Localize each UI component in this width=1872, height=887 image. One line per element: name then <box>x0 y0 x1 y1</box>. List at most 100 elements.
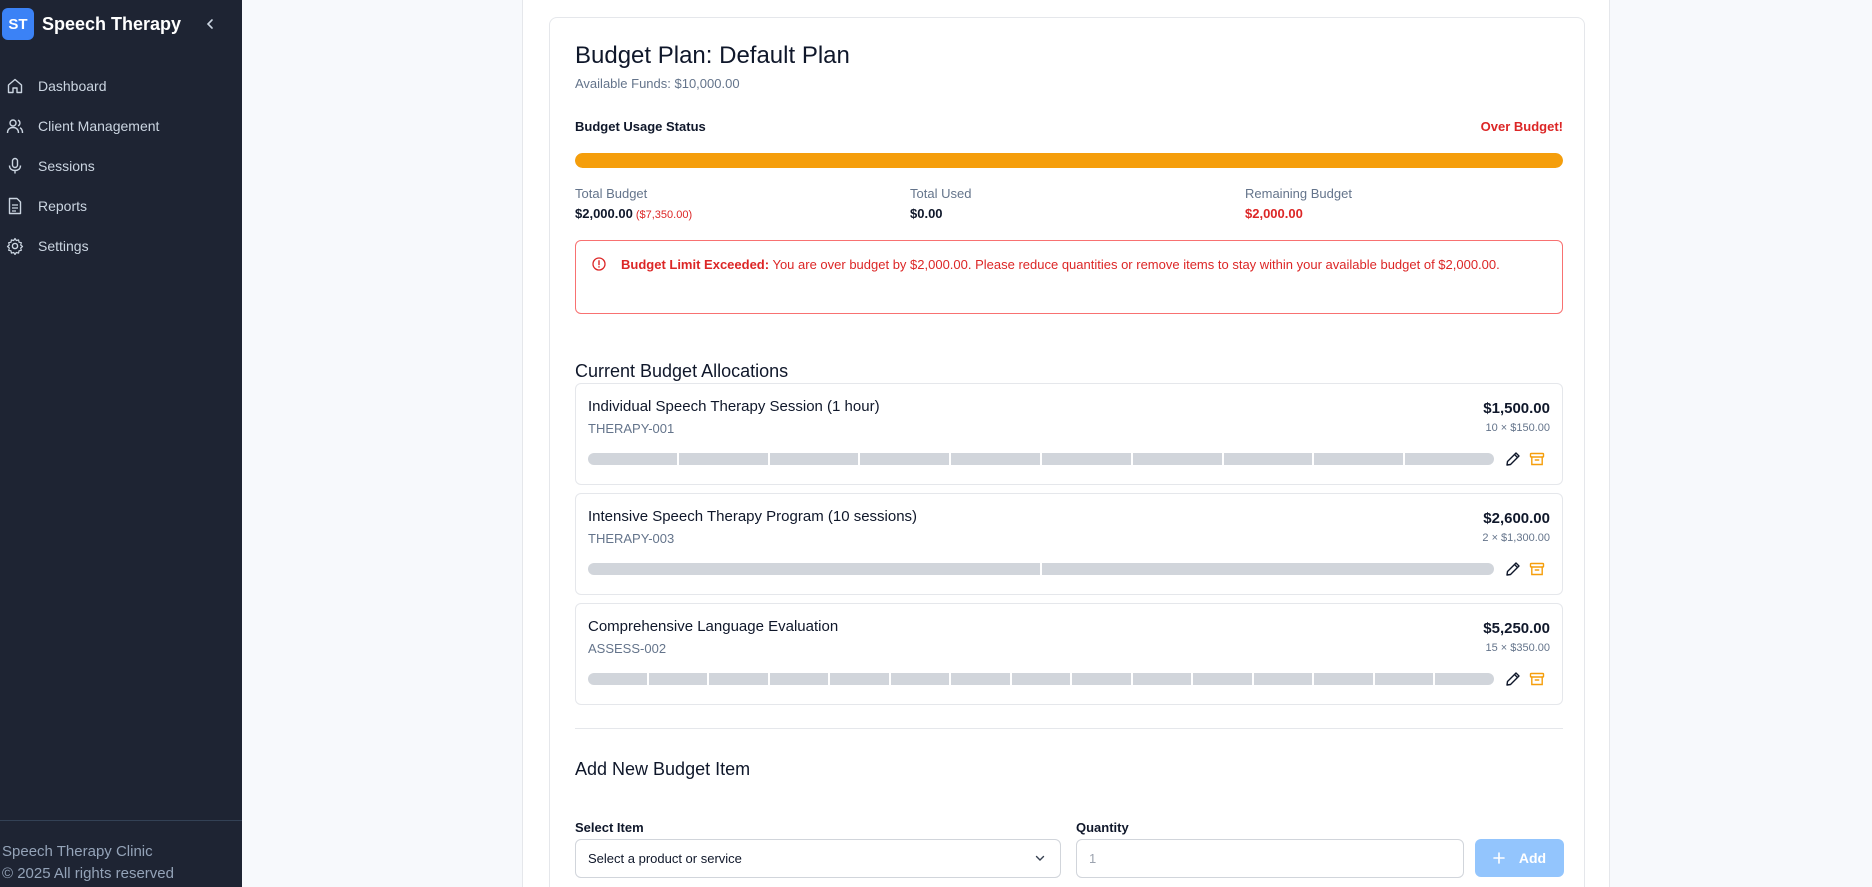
quantity-segment <box>1253 673 1313 685</box>
allocation-quantity-bar <box>588 563 1494 575</box>
over-budget-status: Over Budget! <box>1480 119 1563 134</box>
budget-exceeded-alert: Budget Limit Exceeded: You are over budg… <box>575 240 1563 314</box>
pencil-icon <box>1506 452 1520 466</box>
budget-usage-bar <box>575 153 1563 168</box>
sidebar-item-client-management[interactable]: Client Management <box>0 106 242 146</box>
brand-logo: ST <box>2 8 34 40</box>
microphone-icon <box>6 157 24 175</box>
allocation-code: THERAPY-001 <box>588 421 675 436</box>
total-budget-stat: Total Budget $2,000.00 ($7,350.00) <box>575 186 692 221</box>
allocation-total: $1,500.00 <box>1483 400 1550 417</box>
total-used-value: $0.00 <box>910 206 943 221</box>
total-budget-value-row: $2,000.00 ($7,350.00) <box>575 206 692 221</box>
edit-button[interactable] <box>1504 450 1522 468</box>
total-budget-label: Total Budget <box>575 186 648 201</box>
quantity-segment <box>951 453 1040 465</box>
quantity-segment <box>588 673 647 685</box>
quantity-segment <box>1223 453 1313 465</box>
sidebar-item-dashboard[interactable]: Dashboard <box>0 66 242 106</box>
remaining-budget-stat: Remaining Budget $2,000.00 <box>1245 186 1352 221</box>
total-budget-allocated: ($7,350.00) <box>635 209 693 221</box>
footer-copyright: © 2025 All rights reserved <box>2 865 174 882</box>
remaining-budget-label: Remaining Budget <box>1245 186 1352 201</box>
quantity-input[interactable] <box>1076 839 1464 878</box>
allocation-calculation: 15 × $350.00 <box>1485 642 1550 654</box>
allocation-item: Comprehensive Language Evaluation ASSESS… <box>575 603 1563 705</box>
sidebar-item-settings[interactable]: Settings <box>0 226 242 266</box>
document-icon <box>6 197 24 215</box>
quantity-segment <box>1132 453 1222 465</box>
chevron-down-icon <box>1034 852 1046 867</box>
quantity-segment <box>951 673 1010 685</box>
main-content: Budget Plan: Default Plan Available Fund… <box>522 0 1610 887</box>
allocation-total: $2,600.00 <box>1483 510 1550 527</box>
edit-button[interactable] <box>1504 560 1522 578</box>
add-item-heading: Add New Budget Item <box>575 759 751 779</box>
sidebar-item-label: Settings <box>38 238 89 254</box>
budget-usage-fill <box>575 153 1563 168</box>
sidebar-item-label: Reports <box>38 198 88 214</box>
allocation-code: ASSESS-002 <box>588 641 667 656</box>
pencil-icon <box>1506 672 1520 686</box>
archive-icon <box>1529 562 1545 576</box>
total-used-label: Total Used <box>910 186 972 201</box>
product-select-value: Select a product or service <box>588 851 742 866</box>
sidebar-item-reports[interactable]: Reports <box>0 186 242 226</box>
page-title: Budget Plan: Default Plan <box>575 42 850 69</box>
quantity-segment <box>860 453 950 465</box>
quantity-segment <box>1132 673 1192 685</box>
section-divider <box>575 728 1563 729</box>
sidebar-item-sessions[interactable]: Sessions <box>0 146 242 186</box>
quantity-segment <box>1405 453 1494 465</box>
plus-icon <box>1493 852 1505 864</box>
total-used-stat: Total Used $0.00 <box>910 186 971 221</box>
quantity-label: Quantity <box>1076 820 1129 835</box>
quantity-segment <box>1314 453 1404 465</box>
total-budget-value: $2,000.00 <box>575 206 633 221</box>
allocation-quantity-bar <box>588 673 1494 685</box>
footer-org: Speech Therapy Clinic <box>2 843 153 860</box>
quantity-segment <box>1435 673 1494 685</box>
allocation-item: Individual Speech Therapy Session (1 hou… <box>575 383 1563 485</box>
quantity-segment <box>830 673 889 685</box>
allocation-calculation: 10 × $150.00 <box>1485 422 1550 434</box>
quantity-segment <box>678 453 768 465</box>
quantity-segment <box>1042 563 1494 575</box>
allocation-item: Intensive Speech Therapy Program (10 ses… <box>575 493 1563 595</box>
allocation-name: Comprehensive Language Evaluation <box>588 618 839 635</box>
quantity-segment <box>648 673 708 685</box>
alert-title: Budget Limit Exceeded: <box>621 257 770 272</box>
allocation-name: Intensive Speech Therapy Program (10 ses… <box>588 508 918 525</box>
gear-icon <box>6 237 24 255</box>
quantity-segment <box>769 453 859 465</box>
collapse-sidebar-button[interactable] <box>200 14 220 34</box>
sidebar-footer: Speech Therapy Clinic © 2025 All rights … <box>0 820 242 887</box>
archive-button[interactable] <box>1528 450 1546 468</box>
allocation-name: Individual Speech Therapy Session (1 hou… <box>588 398 880 415</box>
budget-plan-card: Budget Plan: Default Plan Available Fund… <box>549 17 1585 887</box>
remaining-budget-value: $2,000.00 <box>1245 206 1303 221</box>
sidebar-nav: Dashboard Client Management Sessions Rep… <box>0 66 242 266</box>
archive-icon <box>1529 452 1545 466</box>
add-item-button[interactable]: Add <box>1475 839 1564 877</box>
select-item-label: Select Item <box>575 820 644 835</box>
archive-button[interactable] <box>1528 670 1546 688</box>
quantity-segment <box>1193 673 1252 685</box>
quantity-segment <box>1072 673 1131 685</box>
sidebar: ST Speech Therapy Dashboard Client Manag… <box>0 0 242 887</box>
available-funds: Available Funds: $10,000.00 <box>575 76 740 91</box>
quantity-segment <box>769 673 829 685</box>
quantity-segment <box>588 563 1040 575</box>
pencil-icon <box>1506 562 1520 576</box>
archive-icon <box>1529 672 1545 686</box>
budget-usage-label: Budget Usage Status <box>575 119 706 134</box>
allocation-total: $5,250.00 <box>1483 620 1550 637</box>
edit-button[interactable] <box>1504 670 1522 688</box>
add-item-label: Add <box>1518 850 1547 866</box>
archive-button[interactable] <box>1528 560 1546 578</box>
allocations-heading: Current Budget Allocations <box>575 361 789 381</box>
sidebar-item-label: Client Management <box>38 118 160 134</box>
quantity-segment <box>709 673 768 685</box>
brand-title: Speech Therapy <box>42 13 182 34</box>
product-select[interactable]: Select a product or service <box>575 839 1061 878</box>
